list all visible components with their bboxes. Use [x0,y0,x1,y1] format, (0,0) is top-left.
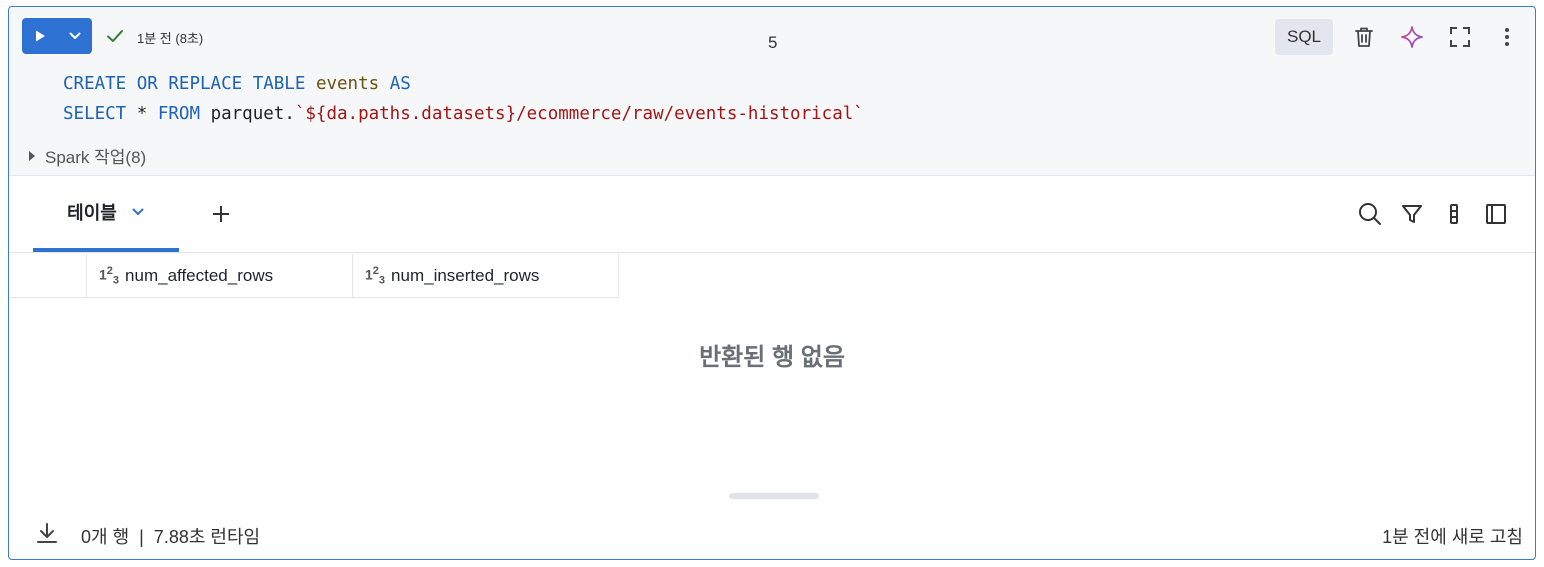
filter-button[interactable] [1398,200,1426,228]
resize-handle[interactable] [729,493,819,499]
last-refreshed-text: 1분 전에 새로 고침 [1382,527,1523,547]
result-summary: 0개 행 | 7.88초 런타임 [81,527,261,547]
cell-number: 5 [768,33,778,52]
download-icon [37,523,57,543]
row-number-header [9,254,87,298]
sparkle-icon [1401,26,1423,48]
plus-icon [213,206,229,222]
download-results-button[interactable] [33,519,61,547]
code-line-2: SELECT * FROM parquet.`${da.paths.datase… [63,104,864,124]
code-line-1: CREATE OR REPLACE TABLE events AS [63,74,411,94]
maximize-button[interactable] [1446,23,1474,51]
run-button-group [22,18,92,54]
integer-type-icon: 123 [99,264,120,287]
sql-code-editor[interactable]: CREATE OR REPLACE TABLE events AS SELECT… [63,69,864,129]
column-name: num_inserted_rows [391,265,540,285]
integer-type-icon: 123 [365,264,386,287]
tab-table[interactable]: 테이블 [33,176,179,252]
column-header-num-inserted-rows[interactable]: 123 num_inserted_rows [353,254,619,298]
chevron-down-icon [69,32,81,39]
run-cell-button[interactable] [22,18,58,54]
columns-icon [1450,204,1458,224]
chevron-down-icon[interactable] [131,205,145,219]
notebook-cell: 1분 전 (8초) 5 SQL CREATE OR REPLACE TABLE … [8,6,1536,560]
success-check-icon [107,30,123,42]
add-visualization-button[interactable] [207,200,235,228]
play-icon [36,30,45,42]
column-settings-button[interactable] [1440,200,1468,228]
more-options-button[interactable] [1493,23,1521,51]
tab-table-label: 테이블 [67,203,117,223]
column-name: num_affected_rows [125,265,274,285]
filter-icon [1402,205,1422,223]
caret-right-icon [29,150,35,161]
search-results-button[interactable] [1356,200,1384,228]
expand-icon [1450,27,1470,47]
spark-jobs-label: Spark 작업(8) [45,148,147,167]
run-options-dropdown[interactable] [58,18,92,54]
kebab-menu-icon [1505,28,1509,46]
assistant-button[interactable] [1398,23,1426,51]
run-status-text: 1분 전 (8초) [137,31,204,46]
language-badge[interactable]: SQL [1275,19,1333,55]
empty-results-message: 반환된 행 없음 [699,344,845,371]
search-icon [1359,203,1381,225]
results-tab-bar: 테이블 [9,176,1535,253]
column-header-num-affected-rows[interactable]: 123 num_affected_rows [87,254,353,298]
trash-icon [1355,27,1373,47]
sidebar-toggle-button[interactable] [1482,200,1510,228]
delete-cell-button[interactable] [1350,23,1378,51]
spark-jobs-toggle[interactable]: Spark 작업(8) [27,143,146,168]
side-panel-icon [1486,204,1506,224]
